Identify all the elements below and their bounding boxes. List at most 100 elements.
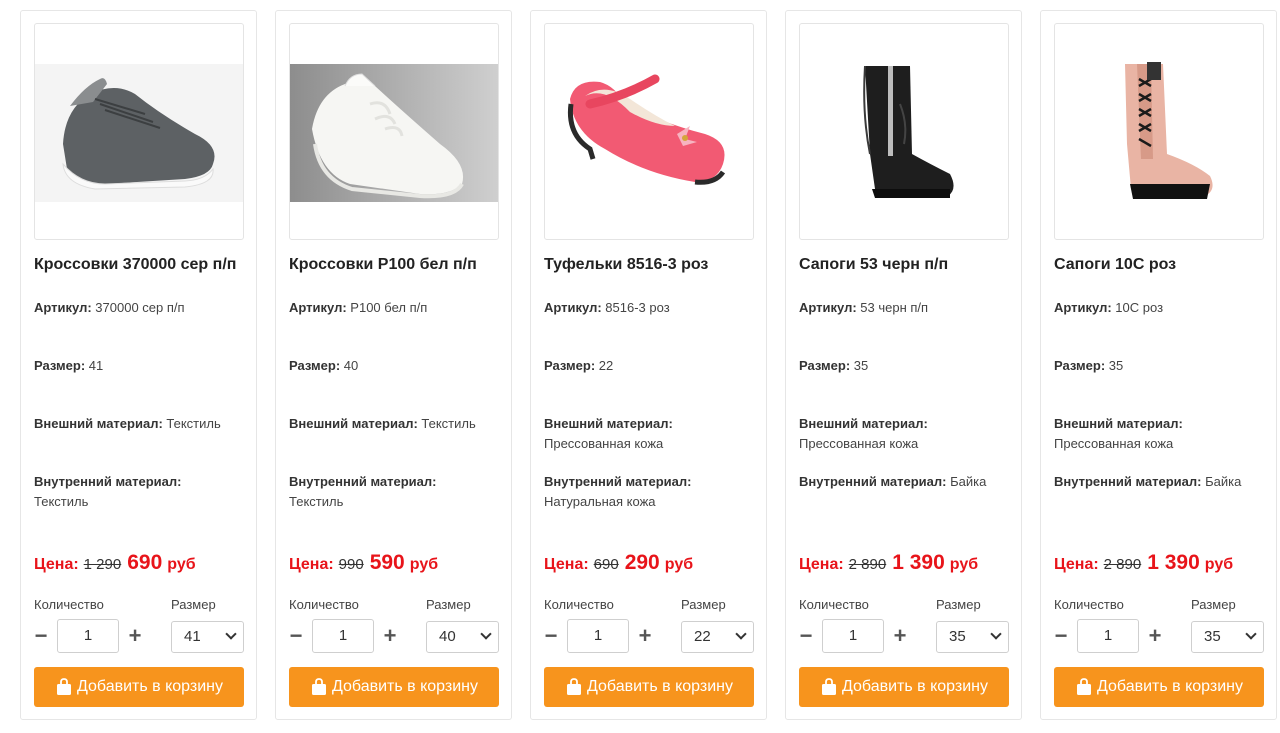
product-title[interactable]: Туфельки 8516-3 роз (544, 254, 753, 298)
price: Цена: 2 890 1 390 руб (1054, 551, 1233, 575)
increment-button[interactable]: + (383, 621, 397, 651)
spec-outer-material: Внешний материал: Текстиль (289, 416, 476, 431)
product-image[interactable] (544, 23, 754, 240)
currency: руб (167, 556, 196, 573)
quantity-input[interactable]: 1 (567, 619, 629, 653)
quantity-input[interactable]: 1 (57, 619, 119, 653)
spec-article: Артикул: 53 черн п/п (799, 300, 929, 315)
increment-button[interactable]: + (893, 621, 907, 651)
price: Цена: 690 290 руб (544, 551, 693, 575)
price-label: Цена: (289, 556, 334, 573)
add-to-cart-button[interactable]: Добавить в корзину (289, 667, 499, 707)
spec-article: Артикул: 10С роз (1054, 300, 1164, 315)
shopping-bag-icon (1075, 678, 1093, 696)
price-label: Цена: (799, 556, 844, 573)
quantity-stepper: − 1 + (289, 619, 397, 653)
shopping-bag-icon (565, 678, 583, 696)
add-to-cart-label: Добавить в корзину (331, 678, 478, 695)
increment-button[interactable]: + (128, 621, 142, 651)
size-select[interactable]: 35 (1191, 621, 1264, 653)
decrement-button[interactable]: − (289, 621, 303, 651)
price-label: Цена: (1054, 556, 1099, 573)
controls-labels: Количество Размер (544, 597, 754, 612)
product-title[interactable]: Кроссовки 370000 сер п/п (34, 254, 243, 298)
price: Цена: 990 590 руб (289, 551, 438, 575)
decrement-button[interactable]: − (1054, 621, 1068, 651)
shopping-bag-icon (820, 678, 838, 696)
qty-label: Количество (544, 597, 614, 612)
quantity-stepper: − 1 + (544, 619, 652, 653)
size-select-value: 35 (949, 628, 966, 645)
size-select-value: 40 (439, 628, 456, 645)
price: Цена: 1 290 690 руб (34, 551, 196, 575)
spec-size: Размер: 40 (289, 358, 359, 373)
chevron-down-icon (735, 628, 747, 640)
pink-mary-jane-image (567, 74, 726, 185)
size-label: Размер (1191, 597, 1236, 612)
add-to-cart-button[interactable]: Добавить в корзину (799, 667, 1009, 707)
size-label: Размер (936, 597, 981, 612)
size-select[interactable]: 41 (171, 621, 244, 653)
controls-labels: Количество Размер (34, 597, 244, 612)
product-card: Сапоги 53 черн п/п Артикул: 53 черн п/п … (785, 10, 1022, 720)
quantity-input[interactable]: 1 (312, 619, 374, 653)
size-label: Размер (171, 597, 216, 612)
size-select[interactable]: 40 (426, 621, 499, 653)
spec-size: Размер: 22 (544, 358, 614, 373)
decrement-button[interactable]: − (799, 621, 813, 651)
spec-article: Артикул: P100 бел п/п (289, 300, 428, 315)
spec-size: Размер: 35 (799, 358, 869, 373)
size-select-value: 22 (694, 628, 711, 645)
new-price: 1 390 (1147, 551, 1200, 574)
old-price: 2 890 (848, 556, 887, 573)
size-select-value: 35 (1204, 628, 1221, 645)
controls-labels: Количество Размер (799, 597, 1009, 612)
add-to-cart-button[interactable]: Добавить в корзину (34, 667, 244, 707)
qty-label: Количество (34, 597, 104, 612)
new-price: 590 (369, 551, 405, 574)
product-grid: Кроссовки 370000 сер п/п Артикул: 370000… (20, 10, 1277, 720)
controls-labels: Количество Размер (1054, 597, 1264, 612)
add-to-cart-button[interactable]: Добавить в корзину (544, 667, 754, 707)
spec-outer-material: Внешний материал: Прессованная кожа (799, 416, 928, 451)
size-label: Размер (681, 597, 726, 612)
product-card: Туфельки 8516-3 роз Артикул: 8516-3 роз … (530, 10, 767, 720)
currency: руб (1204, 556, 1234, 573)
add-to-cart-button[interactable]: Добавить в корзину (1054, 667, 1264, 707)
size-select[interactable]: 35 (936, 621, 1009, 653)
product-image[interactable] (1054, 23, 1264, 240)
quantity-input[interactable]: 1 (822, 619, 884, 653)
qty-label: Количество (1054, 597, 1124, 612)
old-price: 690 (593, 556, 619, 573)
product-card: Кроссовки 370000 сер п/п Артикул: 370000… (20, 10, 257, 720)
grey-sneaker-image (35, 64, 243, 202)
decrement-button[interactable]: − (544, 621, 558, 651)
product-image[interactable] (34, 23, 244, 240)
spec-size: Размер: 41 (34, 358, 104, 373)
product-card: Сапоги 10С роз Артикул: 10С роз Размер: … (1040, 10, 1277, 720)
increment-button[interactable]: + (638, 621, 652, 651)
product-card: Кроссовки P100 бел п/п Артикул: P100 бел… (275, 10, 512, 720)
spec-inner-material: Внутренний материал: Текстиль (34, 474, 182, 509)
quantity-input[interactable]: 1 (1077, 619, 1139, 653)
spec-size: Размер: 35 (1054, 358, 1124, 373)
product-title[interactable]: Кроссовки P100 бел п/п (289, 254, 498, 298)
add-to-cart-label: Добавить в корзину (586, 678, 733, 695)
size-label: Размер (426, 597, 471, 612)
increment-button[interactable]: + (1148, 621, 1162, 651)
size-select[interactable]: 22 (681, 621, 754, 653)
decrement-button[interactable]: − (34, 621, 48, 651)
chevron-down-icon (990, 628, 1002, 640)
product-image[interactable] (289, 23, 499, 240)
spec-outer-material: Внешний материал: Прессованная кожа (1054, 416, 1183, 451)
quantity-stepper: − 1 + (799, 619, 907, 653)
product-title[interactable]: Сапоги 10С роз (1054, 254, 1263, 298)
spec-inner-material: Внутренний материал: Байка (1054, 474, 1242, 489)
currency: руб (409, 556, 439, 573)
spec-outer-material: Внешний материал: Текстиль (34, 416, 221, 431)
controls-labels: Количество Размер (289, 597, 499, 612)
price: Цена: 2 890 1 390 руб (799, 551, 978, 575)
white-sneaker-image (290, 64, 498, 202)
product-title[interactable]: Сапоги 53 черн п/п (799, 254, 1008, 298)
product-image[interactable] (799, 23, 1009, 240)
